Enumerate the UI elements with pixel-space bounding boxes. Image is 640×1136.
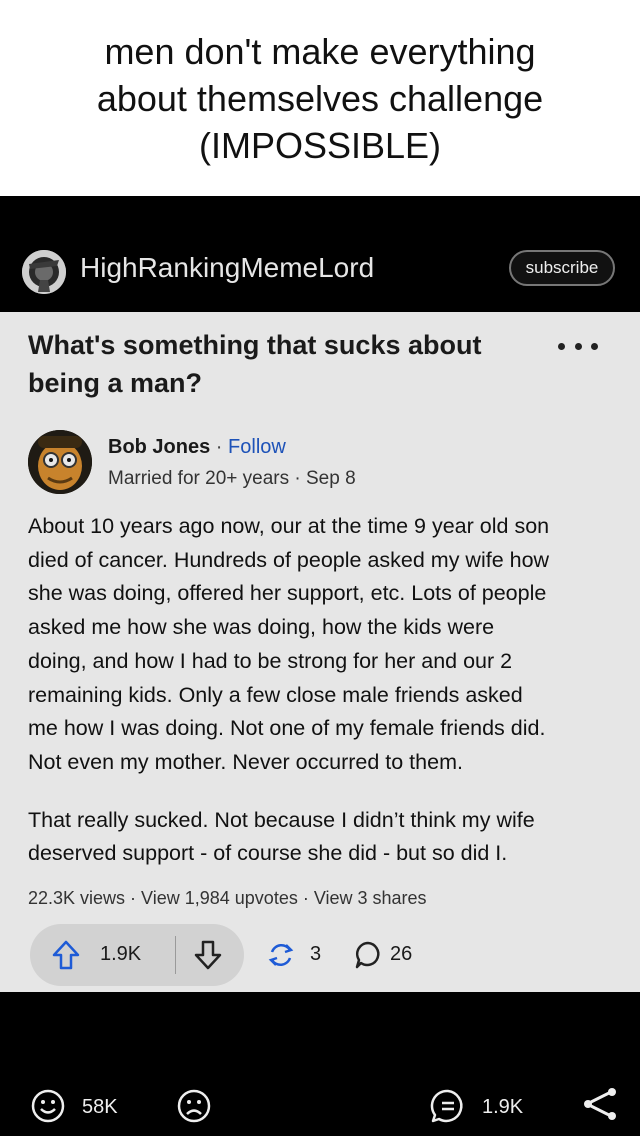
vote-divider [175, 936, 176, 974]
downvote-icon[interactable] [194, 940, 222, 970]
post-stats[interactable]: 22.3K views · View 1,984 upvotes · View … [28, 888, 427, 909]
meme-caption: men don't make everything about themselv… [0, 0, 640, 196]
post-card: What's something that sucks about being … [0, 312, 640, 992]
author-name[interactable]: Bob Jones [108, 436, 210, 458]
author-avatar[interactable] [28, 430, 92, 494]
author-separator: · [210, 436, 229, 458]
author-line: Bob Jones · Follow [108, 436, 286, 459]
subscribe-button[interactable]: subscribe [509, 250, 615, 286]
follow-link[interactable]: Follow [228, 436, 286, 458]
channel-name[interactable]: HighRankingMemeLord [80, 252, 374, 284]
caption-text: men don't make everything about themselv… [96, 30, 544, 166]
more-options-icon[interactable] [554, 334, 602, 358]
share-icon[interactable] [266, 940, 296, 970]
answer-paragraph: That really sucked. Not because I didn’t… [28, 807, 535, 866]
frown-reaction-icon[interactable] [176, 1088, 212, 1124]
author-credential: Married for 20+ years · Sep 8 [108, 468, 356, 489]
question-title[interactable]: What's something that sucks about being … [28, 326, 508, 402]
comment-count: 26 [390, 943, 413, 965]
bottom-comment-count: 1.9K [482, 1096, 524, 1118]
channel-header: HighRankingMemeLord subscribe [0, 196, 640, 312]
share-nodes-icon[interactable] [580, 1084, 620, 1124]
reaction-count: 58K [82, 1096, 118, 1118]
upvote-icon[interactable] [52, 940, 80, 970]
answer-paragraph: About 10 years ago now, our at the time … [28, 514, 550, 774]
share-count: 3 [310, 943, 322, 965]
channel-avatar[interactable] [22, 250, 66, 294]
answer-body: About 10 years ago now, our at the time … [28, 510, 618, 871]
upvote-count: 1.9K [100, 943, 142, 965]
bottom-action-bar: 58K 1.9K [0, 992, 640, 1136]
vote-pill: 1.9K [30, 924, 244, 986]
chat-icon[interactable] [430, 1088, 466, 1124]
smile-reaction-icon[interactable] [30, 1088, 66, 1124]
comment-icon[interactable] [354, 940, 382, 970]
